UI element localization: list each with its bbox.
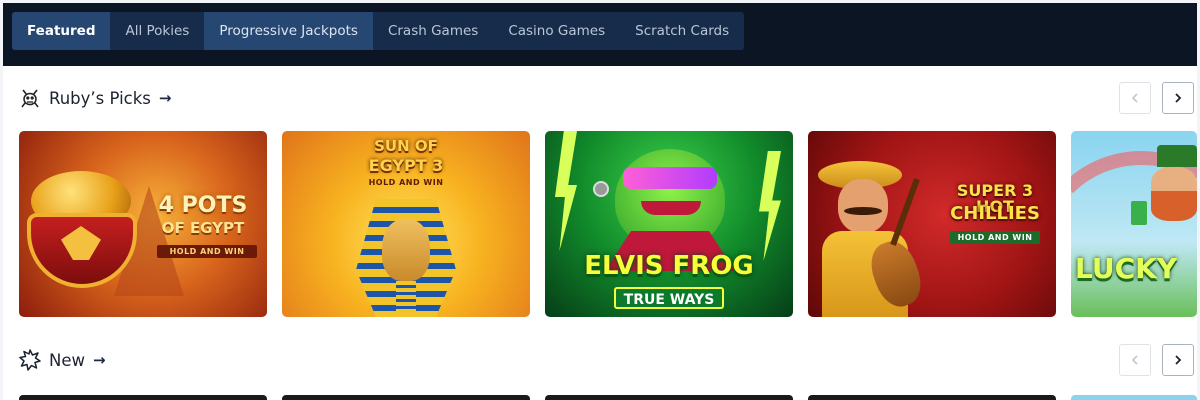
frog-mouth [641, 201, 701, 215]
game-subtitle: HOLD AND WIN [368, 178, 444, 187]
tab-featured[interactable]: Featured [12, 12, 111, 50]
game-tile-lucky[interactable]: LUCKY [1071, 131, 1197, 317]
category-tabs: Featured All Pokies Progressive Jackpots… [12, 12, 745, 50]
game-title-line2: EGYPT 3 [368, 156, 444, 175]
game-tile-4-pots-of-egypt[interactable]: 4 POTS OF EGYPT HOLD AND WIN [19, 131, 267, 317]
leprechaun-beard [1151, 191, 1197, 221]
tab-crash-games[interactable]: Crash Games [373, 12, 493, 50]
tab-casino-games[interactable]: Casino Games [493, 12, 620, 50]
game-subtitle: HOLD AND WIN [950, 231, 1040, 244]
chevron-left-icon [1131, 93, 1138, 103]
leprechaun-hat [1157, 145, 1197, 167]
section-header-rubys-picks[interactable]: Ruby’s Picks → [19, 85, 171, 111]
carousel-next-button[interactable] [1162, 82, 1194, 114]
top-navigation-bar: Featured All Pokies Progressive Jackpots… [3, 3, 1197, 66]
burst-star-icon [19, 349, 41, 371]
guitar-neck [890, 178, 920, 246]
game-tile-partial[interactable] [1071, 395, 1197, 400]
section-title: Ruby’s Picks [49, 88, 151, 108]
tab-progressive-jackpots[interactable]: Progressive Jackpots [204, 12, 373, 50]
game-title: 4 POTS [158, 193, 248, 218]
game-title: ELVIS FROG [584, 251, 754, 281]
tab-scratch-cards[interactable]: Scratch Cards [620, 12, 744, 50]
lightning-bolt [555, 131, 577, 251]
mustache [844, 207, 882, 215]
green-mug [1131, 201, 1147, 225]
chevron-right-icon [1175, 93, 1182, 103]
pharaoh-face [382, 219, 430, 281]
mariachi-face [838, 179, 888, 233]
carousel-prev-button[interactable] [1119, 344, 1151, 376]
sunglasses [623, 167, 717, 189]
section-header-new[interactable]: New → [19, 347, 106, 373]
game-title: SUN OF [374, 137, 438, 155]
game-tile-sun-of-egypt-3[interactable]: SUN OF EGYPT 3 HOLD AND WIN [282, 131, 530, 317]
game-title-line2: OF EGYPT [161, 219, 245, 237]
game-tile-partial[interactable] [282, 395, 530, 400]
section-title: New [49, 350, 85, 370]
tab-all-pokies[interactable]: All Pokies [110, 12, 204, 50]
page: Featured All Pokies Progressive Jackpots… [3, 3, 1197, 400]
lightning-bolt [759, 151, 781, 261]
carousel-prev-button[interactable] [1119, 82, 1151, 114]
game-tile-partial[interactable] [19, 395, 267, 400]
game-title: LUCKY [1075, 252, 1178, 285]
game-subtitle: HOLD AND WIN [157, 245, 257, 258]
chevron-right-icon [1175, 355, 1182, 365]
game-tile-elvis-frog[interactable]: ELVIS FROG TRUE WAYS [545, 131, 793, 317]
mascot-icon [19, 87, 41, 109]
game-title-line2: TRUE WAYS [614, 287, 724, 309]
carousel-next-button[interactable] [1162, 344, 1194, 376]
game-tile-partial[interactable] [808, 395, 1056, 400]
game-tile-3-hot-chillies[interactable]: SUPER 3 HOT CHILLIES HOLD AND WIN [808, 131, 1056, 317]
arrow-right-icon: → [158, 89, 172, 107]
game-title-line2: CHILLIES [950, 203, 1040, 224]
arrow-right-icon: → [93, 351, 106, 369]
microphone [593, 181, 609, 197]
game-tile-partial[interactable] [545, 395, 793, 400]
chevron-left-icon [1131, 355, 1138, 365]
pharaoh-beard [396, 281, 416, 311]
